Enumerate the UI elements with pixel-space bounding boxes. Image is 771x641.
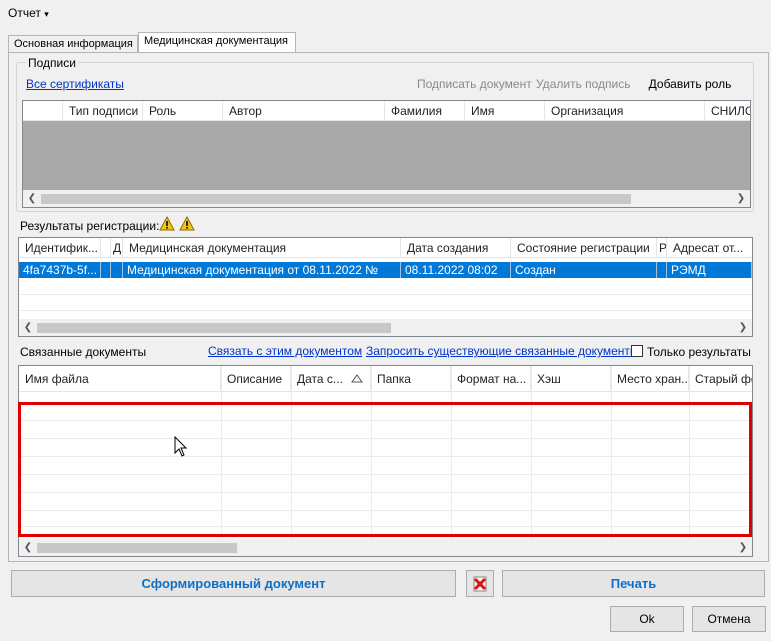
chevron-down-icon: ▾: [44, 9, 49, 19]
registration-header: Идентифик... Д Медицинская документация …: [19, 238, 752, 258]
registration-table: Идентифик... Д Медицинская документация …: [18, 237, 753, 337]
cell-document: Медицинская документация от 08.11.2022 №: [123, 262, 401, 278]
table-row[interactable]: 4fa7437b-5f... Медицинская документация …: [19, 262, 752, 278]
related-header: Имя файла Описание Дата с... Папка Форма…: [19, 366, 752, 392]
signatures-group-label: Подписи: [26, 56, 78, 70]
scroll-thumb[interactable]: [37, 543, 237, 553]
column-header[interactable]: Имя: [465, 101, 545, 121]
grid-line: [19, 294, 752, 295]
column-header[interactable]: Дата создания: [401, 238, 511, 258]
column-header[interactable]: Автор: [223, 101, 385, 121]
warning-icon: [159, 216, 175, 231]
scroll-left-icon[interactable]: ❮: [21, 541, 35, 555]
column-header[interactable]: Старый фо...: [689, 366, 752, 392]
column-header[interactable]: Организация: [545, 101, 705, 121]
registration-results-label: Результаты регистрации:: [20, 219, 160, 233]
cell-empty: [111, 262, 123, 278]
formed-document-button[interactable]: Сформированный документ: [11, 570, 456, 597]
cell-date: 08.11.2022 08:02: [401, 262, 511, 278]
column-header[interactable]: Фамилия: [385, 101, 465, 121]
cell-id: 4fa7437b-5f...: [19, 262, 101, 278]
report-menu-label: Отчет: [8, 6, 41, 20]
scroll-right-icon[interactable]: ❯: [734, 192, 748, 206]
registration-hscrollbar[interactable]: ❮ ❯: [19, 319, 752, 336]
scroll-right-icon[interactable]: ❯: [736, 321, 750, 335]
column-header[interactable]: Тип подписи: [63, 101, 143, 121]
scroll-left-icon[interactable]: ❮: [25, 192, 39, 206]
column-header[interactable]: Описание: [221, 366, 291, 392]
report-menu[interactable]: Отчет ▾: [8, 6, 49, 20]
only-results-label: Только результаты: [647, 345, 751, 359]
signatures-header: Тип подписи Роль Автор Фамилия Имя Орган…: [23, 101, 750, 121]
add-role-button[interactable]: Добавить роль: [632, 72, 748, 96]
column-header: [23, 101, 63, 121]
sign-document-button[interactable]: Подписать документ: [417, 77, 532, 91]
column-header[interactable]: Дата с...: [291, 366, 371, 392]
column-header[interactable]: Формат на...: [451, 366, 531, 392]
connect-document-link[interactable]: Связать с этим документом: [208, 344, 362, 358]
only-results-checkbox[interactable]: [631, 345, 643, 357]
column-header[interactable]: [101, 238, 111, 258]
cell-addressee: РЭМД: [667, 262, 752, 278]
column-header-label: Дата с...: [297, 372, 343, 386]
scroll-thumb[interactable]: [41, 194, 631, 204]
grid-line: [19, 310, 752, 311]
cancel-button[interactable]: Отмена: [692, 606, 766, 632]
mouse-cursor-icon: [174, 436, 188, 457]
scroll-thumb[interactable]: [37, 323, 391, 333]
cell-empty: [657, 262, 667, 278]
column-header[interactable]: Хэш: [531, 366, 611, 392]
signatures-empty-area: [23, 121, 750, 191]
delete-icon: [473, 576, 487, 592]
column-header[interactable]: Адресат от...: [667, 238, 752, 258]
column-header[interactable]: Идентифик...: [19, 238, 101, 258]
cell-empty: [101, 262, 111, 278]
cell-state: Создан: [511, 262, 657, 278]
column-header[interactable]: Роль: [143, 101, 223, 121]
signatures-table: Тип подписи Роль Автор Фамилия Имя Орган…: [22, 100, 751, 208]
related-docs-label: Связанные документы: [20, 345, 147, 359]
scroll-left-icon[interactable]: ❮: [21, 321, 35, 335]
all-certificates-link[interactable]: Все сертификаты: [26, 77, 124, 91]
sort-ascending-icon: [351, 374, 363, 383]
column-header[interactable]: Медицинская документация: [123, 238, 401, 258]
column-header[interactable]: Д: [111, 238, 123, 258]
delete-signature-button[interactable]: Удалить подпись: [536, 77, 631, 91]
column-header[interactable]: Имя файла: [19, 366, 221, 392]
highlight-rectangle: [18, 402, 752, 537]
related-hscrollbar[interactable]: ❮ ❯: [19, 539, 752, 556]
ok-button[interactable]: Ok: [610, 606, 684, 632]
request-related-link[interactable]: Запросить существующие связанные докумен…: [366, 344, 639, 358]
print-button[interactable]: Печать: [502, 570, 765, 597]
delete-document-button[interactable]: [466, 570, 494, 597]
column-header[interactable]: СНИЛС: [705, 101, 750, 121]
signatures-hscrollbar[interactable]: ❮ ❯: [23, 190, 750, 207]
column-header[interactable]: Р: [657, 238, 667, 258]
tab-main-info[interactable]: Основная информация: [8, 35, 138, 53]
column-header[interactable]: Место хран...: [611, 366, 689, 392]
tab-main-info-label: Основная информация: [14, 38, 133, 50]
column-header[interactable]: Папка: [371, 366, 451, 392]
column-header[interactable]: Состояние регистрации: [511, 238, 657, 258]
tab-medical-docs[interactable]: Медицинская документация: [138, 32, 296, 53]
scroll-right-icon[interactable]: ❯: [736, 541, 750, 555]
tab-medical-docs-label: Медицинская документация: [144, 35, 288, 47]
warning-icon: [179, 216, 195, 231]
